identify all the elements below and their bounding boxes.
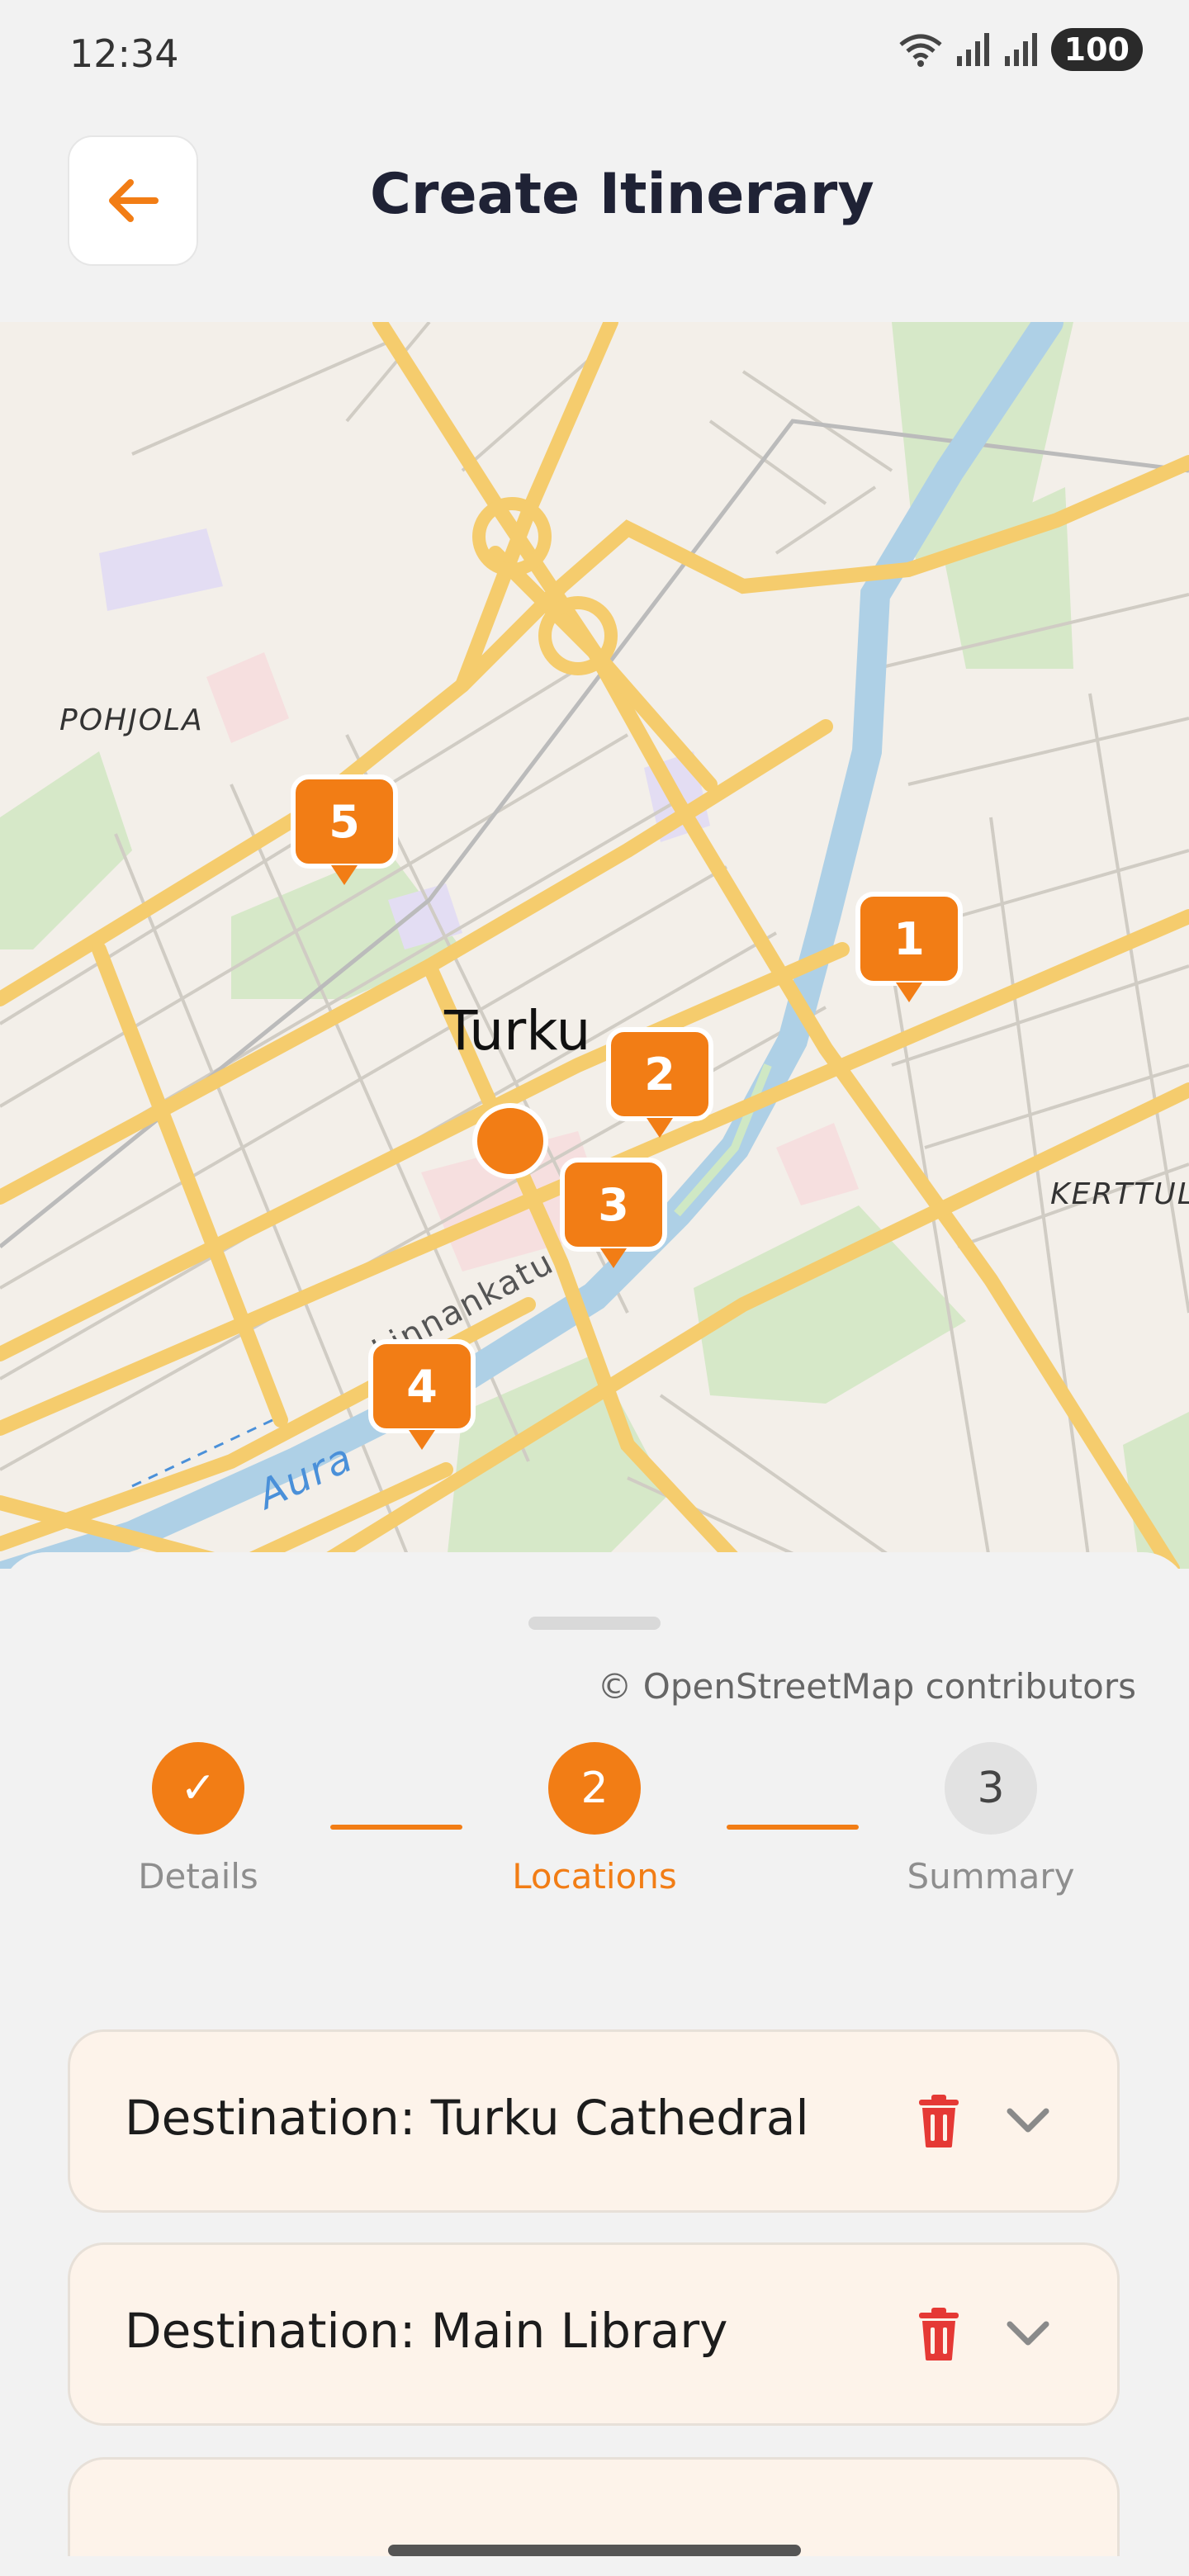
map-view[interactable]: POHJOLA KERTTUL Linnankatu Aura Turku 1 … [0,322,1189,1569]
step-details[interactable]: ✓ Details [99,1742,297,1896]
map-city-label: Turku [444,999,591,1063]
page-title: Create Itinerary [370,162,874,227]
map-district-label: POHJOLA [59,703,204,737]
step-connector [330,1825,462,1830]
signal-icon-2 [1004,33,1037,66]
step-label: Locations [512,1856,677,1896]
back-button[interactable] [68,135,198,266]
chevron-down-icon[interactable] [1005,2105,1051,2138]
wifi-icon [899,34,942,67]
destination-card[interactable]: Destination: Turku Cathedral [68,2029,1120,2213]
map-marker-4[interactable]: 4 [368,1339,476,1450]
step-locations[interactable]: 2 Locations [495,1742,694,1896]
step-label: Summary [907,1856,1075,1896]
trash-icon[interactable] [916,2093,962,2149]
map-tiles [0,322,1189,1569]
destination-label: Destination: Turku Cathedral [125,2090,809,2146]
step-number: 3 [945,1742,1037,1835]
trash-icon[interactable] [916,2306,962,2362]
map-marker-3[interactable]: 3 [560,1158,667,1268]
destination-card-partial[interactable] [68,2457,1120,2556]
check-icon: ✓ [152,1742,244,1835]
status-time: 12:34 [69,31,179,76]
current-location-dot [472,1103,548,1179]
sheet-drag-handle[interactable] [528,1617,661,1630]
home-indicator[interactable] [388,2545,801,2556]
chevron-down-icon[interactable] [1005,2318,1051,2351]
map-attribution[interactable]: © OpenStreetMap contributors [597,1666,1136,1707]
map-marker-5[interactable]: 5 [291,774,398,885]
map-district-label: KERTTUL [1050,1177,1189,1211]
signal-icon [956,33,989,66]
step-summary[interactable]: 3 Summary [892,1742,1090,1896]
map-marker-1[interactable]: 1 [855,892,963,1002]
step-connector [727,1825,859,1830]
destination-card[interactable]: Destination: Main Library [68,2242,1120,2426]
step-number: 2 [548,1742,641,1835]
battery-badge: 100 [1050,28,1143,71]
map-marker-2[interactable]: 2 [606,1027,713,1138]
arrow-left-icon [109,179,159,222]
status-bar: 12:34 100 [0,0,1189,116]
status-icons: 100 [898,28,1143,71]
step-label: Details [138,1856,258,1896]
destination-label: Destination: Main Library [125,2303,728,2359]
